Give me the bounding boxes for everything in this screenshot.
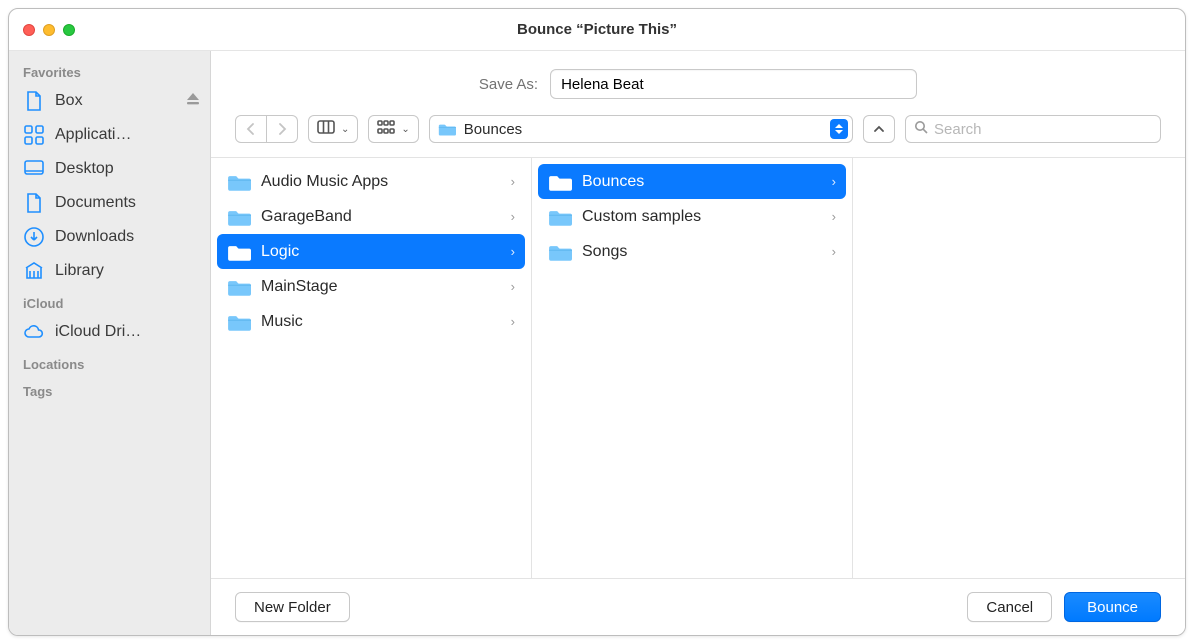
doc-icon [23,192,45,214]
minimize-window-button[interactable] [43,24,55,36]
folder-row[interactable]: Songs › [538,234,846,269]
chevron-right-icon: › [511,314,515,329]
chevron-right-icon: › [832,209,836,224]
sidebar-item-applications[interactable]: Applicati… [9,118,210,152]
chevron-right-icon: › [832,174,836,189]
collapse-button[interactable] [863,115,895,143]
downloads-icon [23,226,45,248]
sidebar-section-icloud: iCloud [9,288,210,315]
column-2 [853,158,1185,578]
folder-row[interactable]: Logic › [217,234,525,269]
search-icon [914,120,928,139]
forward-button[interactable] [267,115,298,143]
chevron-right-icon: › [511,244,515,259]
sidebar-section-tags: Tags [9,376,210,403]
chevron-down-icon: ⌄ [341,124,349,135]
sidebar-item-documents[interactable]: Documents [9,186,210,220]
location-label: Bounces [464,121,822,138]
column-0: Audio Music Apps›GarageBand›Logic›MainSt… [211,158,532,578]
sidebar-item-label: Documents [55,194,136,212]
library-icon [23,260,45,282]
view-mode-select[interactable]: ⌄ [308,115,358,143]
search-input[interactable] [934,121,1152,138]
folder-label: Music [261,313,495,331]
search-field[interactable] [905,115,1161,143]
window-title: Bounce “Picture This” [9,21,1185,38]
sidebar-item-downloads[interactable]: Downloads [9,220,210,254]
folder-icon [227,313,251,331]
sidebar-item-label: Box [55,92,83,110]
sidebar-item-label: Library [55,262,104,280]
chevron-right-icon: › [511,279,515,294]
sidebar: Favorites Box Applicati… [9,51,211,635]
eject-icon[interactable] [186,92,200,110]
folder-row[interactable]: Custom samples › [538,199,846,234]
chevron-right-icon: › [511,209,515,224]
folder-label: Songs [582,243,816,261]
chevron-up-icon [872,122,886,136]
nav-back-forward [235,115,298,143]
folder-label: Bounces [582,173,816,191]
folder-icon [227,208,251,226]
location-popup[interactable]: Bounces [429,115,853,143]
columns-view-icon [317,120,335,139]
sidebar-item-label: Desktop [55,160,114,178]
save-as-input[interactable] [550,69,917,99]
folder-label: Custom samples [582,208,816,226]
folder-icon [548,208,572,226]
folder-icon [548,243,572,261]
chevron-right-icon: › [511,174,515,189]
sidebar-item-label: Downloads [55,228,134,246]
chevron-right-icon: › [832,244,836,259]
main-panel: Save As: ⌄ [211,51,1185,635]
folder-label: Logic [261,243,495,261]
folder-icon [227,173,251,191]
column-browser: Audio Music Apps›GarageBand›Logic›MainSt… [211,158,1185,579]
save-as-row: Save As: [211,51,1185,109]
column-1: Bounces › Custom samples › Songs › [532,158,853,578]
sidebar-item-icloud-drive[interactable]: iCloud Dri… [9,315,210,349]
folder-row[interactable]: Bounces › [538,164,846,199]
sidebar-item-library[interactable]: Library [9,254,210,288]
doc-icon [23,90,45,112]
folder-row[interactable]: MainStage › [217,269,525,304]
close-window-button[interactable] [23,24,35,36]
folder-label: GarageBand [261,208,495,226]
footer: New Folder Cancel Bounce [211,579,1185,635]
popup-arrows-icon [830,119,848,139]
zoom-window-button[interactable] [63,24,75,36]
folder-icon [548,173,572,191]
sidebar-item-label: Applicati… [55,126,131,144]
folder-row[interactable]: Audio Music Apps › [217,164,525,199]
group-icon [377,120,395,139]
chevron-down-icon: ⌄ [401,124,409,135]
save-as-label: Save As: [479,76,538,93]
back-button[interactable] [235,115,267,143]
dialog-window: Bounce “Picture This” Favorites Box [8,8,1186,636]
window-controls [9,24,75,36]
sidebar-item-label: iCloud Dri… [55,323,141,341]
sidebar-item-box[interactable]: Box [9,84,210,118]
folder-icon [227,243,251,261]
toolbar: ⌄ ⌄ Bounces [211,109,1185,158]
titlebar: Bounce “Picture This” [9,9,1185,51]
apps-icon [23,124,45,146]
folder-label: MainStage [261,278,495,296]
sidebar-item-desktop[interactable]: Desktop [9,152,210,186]
sidebar-section-favorites: Favorites [9,57,210,84]
folder-icon [227,278,251,296]
folder-row[interactable]: GarageBand › [217,199,525,234]
cancel-button[interactable]: Cancel [967,592,1052,622]
folder-row[interactable]: Music › [217,304,525,339]
cloud-icon [23,321,45,343]
sidebar-section-locations: Locations [9,349,210,376]
new-folder-button[interactable]: New Folder [235,592,350,622]
group-by-select[interactable]: ⌄ [368,115,418,143]
bounce-button[interactable]: Bounce [1064,592,1161,622]
desktop-icon [23,158,45,180]
folder-icon [438,122,456,136]
folder-label: Audio Music Apps [261,173,495,191]
